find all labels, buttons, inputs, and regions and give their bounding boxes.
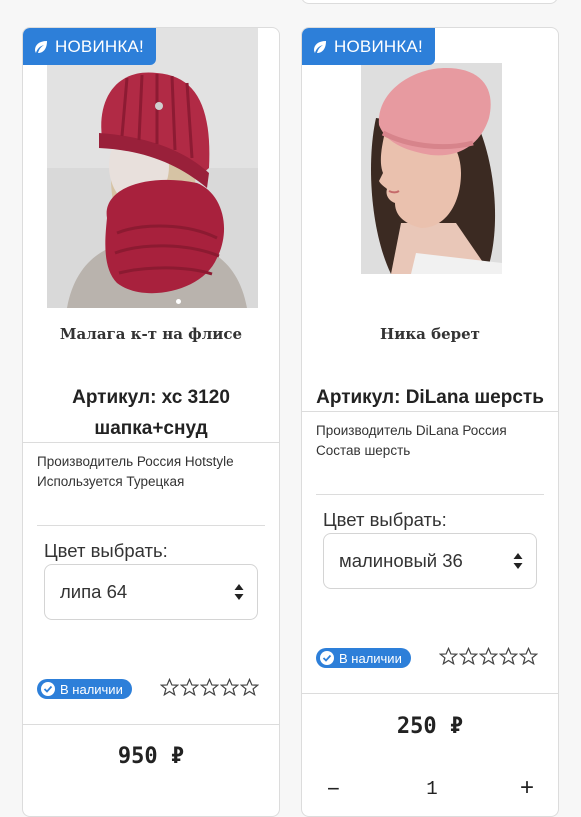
star-icon[interactable] — [160, 678, 179, 697]
star-icon[interactable] — [459, 647, 478, 666]
in-stock-badge: В наличии — [316, 648, 411, 668]
color-select-value: малиновый 36 — [339, 550, 463, 571]
select-arrows-icon — [513, 553, 523, 569]
color-select[interactable]: малиновый 36 — [323, 533, 537, 589]
divider — [302, 693, 558, 694]
divider — [316, 494, 544, 495]
color-label: Цвет выбрать: — [323, 509, 447, 530]
color-label: Цвет выбрать: — [44, 540, 168, 561]
star-icon[interactable] — [240, 678, 259, 697]
color-select-value: липа 64 — [60, 581, 128, 602]
description-line: Состав шерсть — [316, 443, 411, 458]
product-card-nika[interactable]: НОВИНКА! Ника берет Артикул: DiLana шерс… — [301, 27, 559, 817]
product-price: 950 ₽ — [117, 744, 185, 769]
product-photo[interactable] — [361, 63, 502, 274]
star-icon[interactable] — [439, 647, 458, 666]
rating-stars[interactable] — [160, 678, 259, 697]
product-sku: Артикул: хс 3120 шапка+снуд — [72, 387, 230, 439]
star-icon[interactable] — [479, 647, 498, 666]
hat-scarf-image — [47, 28, 258, 308]
star-icon[interactable] — [180, 678, 199, 697]
leaf-icon — [314, 40, 326, 53]
star-icon[interactable] — [519, 647, 538, 666]
in-stock-badge: В наличии — [37, 679, 132, 699]
divider — [23, 724, 279, 725]
product-title[interactable]: Ника берет — [302, 325, 558, 343]
beret-image — [361, 63, 502, 274]
product-description: Производитель Россия Hotstyle Использует… — [37, 452, 271, 492]
product-sku: Артикул: DiLana шерсть — [316, 387, 544, 408]
divider — [302, 411, 558, 412]
select-arrows-icon — [234, 584, 244, 600]
description-line: Используется Турецкая — [37, 474, 185, 489]
color-select[interactable]: липа 64 — [44, 564, 258, 620]
quantity-value[interactable]: 1 — [422, 778, 442, 800]
product-card-malaga[interactable]: НОВИНКА! Малага к-т на флисе Артикул: хс… — [22, 27, 280, 817]
star-icon[interactable] — [200, 678, 219, 697]
badge-label: НОВИНКА! — [55, 36, 144, 56]
description-line: Производитель DiLana Россия — [316, 423, 507, 438]
star-icon[interactable] — [499, 647, 518, 666]
stock-label: В наличии — [339, 650, 402, 666]
star-icon[interactable] — [220, 678, 239, 697]
description-line: Производитель Россия Hotstyle — [37, 454, 234, 469]
new-badge: НОВИНКА! — [23, 28, 156, 65]
badge-label: НОВИНКА! — [334, 36, 423, 56]
product-price: 250 ₽ — [396, 714, 464, 739]
divider — [37, 525, 265, 526]
carousel-dot[interactable] — [176, 299, 181, 304]
quantity-stepper[interactable]: − 1 + — [302, 774, 558, 806]
product-title[interactable]: Малага к-т на флисе — [23, 325, 279, 343]
check-icon — [41, 682, 55, 696]
product-photo[interactable] — [47, 28, 258, 308]
previous-card-edge — [301, 0, 558, 4]
stock-label: В наличии — [60, 681, 123, 697]
rating-stars[interactable] — [439, 647, 538, 666]
divider — [23, 442, 279, 443]
decrease-qty-button[interactable]: − — [327, 776, 340, 802]
product-description: Производитель DiLana Россия Состав шерст… — [316, 421, 550, 461]
check-icon — [320, 651, 334, 665]
increase-qty-button[interactable]: + — [520, 774, 534, 802]
leaf-icon — [35, 40, 47, 53]
new-badge: НОВИНКА! — [302, 28, 435, 65]
